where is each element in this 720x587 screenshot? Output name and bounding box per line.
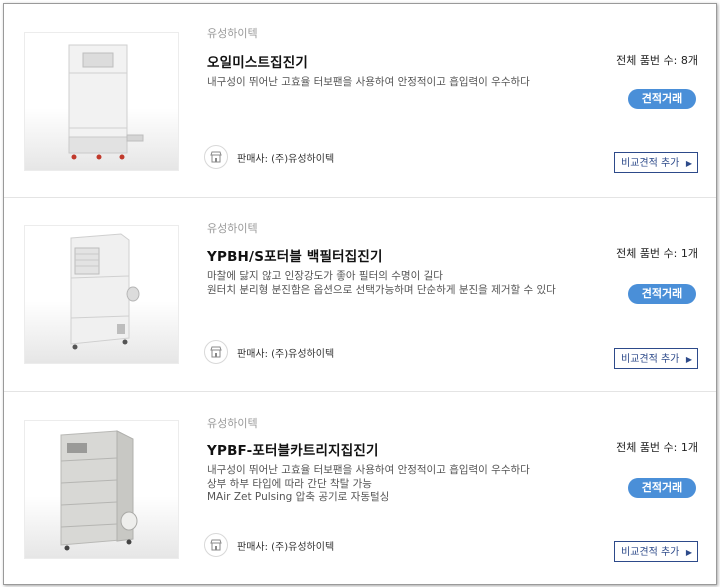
store-icon <box>204 533 228 557</box>
product-description: 마찰에 닳지 않고 인장강도가 좋아 필터의 수명이 길다 원터치 분리형 분진… <box>207 270 577 297</box>
cartridge-collector-image <box>60 430 138 551</box>
quote-button[interactable]: 견적거래 <box>628 89 696 109</box>
seller-name: 판매사: (주)유성하이텍 <box>237 154 335 165</box>
product-item: 유성하이텍 오일미스트집진기 내구성이 뛰어난 고효율 터보팬을 사용하여 안정… <box>4 4 716 196</box>
bag-filter-collector-image <box>70 233 140 350</box>
compare-quote-button[interactable]: 비교견적 추가 ▶ <box>614 348 698 369</box>
store-icon <box>204 340 228 364</box>
product-description: 내구성이 뛰어난 고효율 터보팬을 사용하여 안정적이고 흡입력이 우수하다 상… <box>207 464 577 505</box>
chevron-right-icon: ▶ <box>685 548 692 557</box>
description-line: 상부 하부 타입에 따라 간단 착탈 가능 <box>207 477 372 490</box>
chevron-right-icon: ▶ <box>685 355 692 364</box>
quote-button[interactable]: 견적거래 <box>628 284 696 304</box>
description-line: 내구성이 뛰어난 고효율 터보팬을 사용하여 안정적이고 흡입력이 우수하다 <box>207 464 530 476</box>
chevron-right-icon: ▶ <box>685 159 692 168</box>
product-image[interactable] <box>24 420 179 559</box>
description-line: 원터치 분리형 분진함은 옵션으로 선택가능하며 단순하게 분진을 제거할 수 … <box>207 283 556 296</box>
compare-quote-button[interactable]: 비교견적 추가 ▶ <box>614 541 698 562</box>
part-count: 전체 품번 수: 1개 <box>616 441 698 454</box>
product-item: 유성하이텍 YPBF-포터블카트리지집진기 내구성이 뛰어난 고효율 터보팬을 … <box>4 392 716 584</box>
description-line: MAir Zet Pulsing 압축 공기로 자동털싱 <box>207 491 390 503</box>
product-title[interactable]: YPBH/S포터블 백필터집진기 <box>207 245 383 265</box>
oil-mist-collector-image <box>68 44 144 160</box>
compare-quote-button[interactable]: 비교견적 추가 ▶ <box>614 152 698 173</box>
product-list: 유성하이텍 오일미스트집진기 내구성이 뛰어난 고효율 터보팬을 사용하여 안정… <box>3 3 717 585</box>
part-count: 전체 품번 수: 8개 <box>616 54 698 67</box>
part-count: 전체 품번 수: 1개 <box>616 247 698 260</box>
brand-name: 유성하이텍 <box>207 27 258 40</box>
product-item: 유성하이텍 YPBH/S포터블 백필터집진기 마찰에 닳지 않고 인장강도가 좋… <box>4 198 716 390</box>
compare-label: 비교견적 추가 <box>621 354 680 365</box>
product-image[interactable] <box>24 32 179 171</box>
description-line: 마찰에 닳지 않고 인장강도가 좋아 필터의 수명이 길다 <box>207 270 443 282</box>
quote-button[interactable]: 견적거래 <box>628 478 696 498</box>
compare-label: 비교견적 추가 <box>621 158 680 169</box>
product-title[interactable]: 오일미스트집진기 <box>207 51 308 71</box>
brand-name: 유성하이텍 <box>207 222 258 235</box>
description-line: 내구성이 뛰어난 고효율 터보팬을 사용하여 안정적이고 흡입력이 우수하다 <box>207 76 530 88</box>
product-description: 내구성이 뛰어난 고효율 터보팬을 사용하여 안정적이고 흡입력이 우수하다 <box>207 76 577 90</box>
compare-label: 비교견적 추가 <box>621 547 680 558</box>
product-title[interactable]: YPBF-포터블카트리지집진기 <box>207 439 379 459</box>
seller-name: 판매사: (주)유성하이텍 <box>237 349 335 360</box>
product-image[interactable] <box>24 225 179 364</box>
seller-name: 판매사: (주)유성하이텍 <box>237 542 335 553</box>
brand-name: 유성하이텍 <box>207 417 258 430</box>
store-icon <box>204 145 228 169</box>
